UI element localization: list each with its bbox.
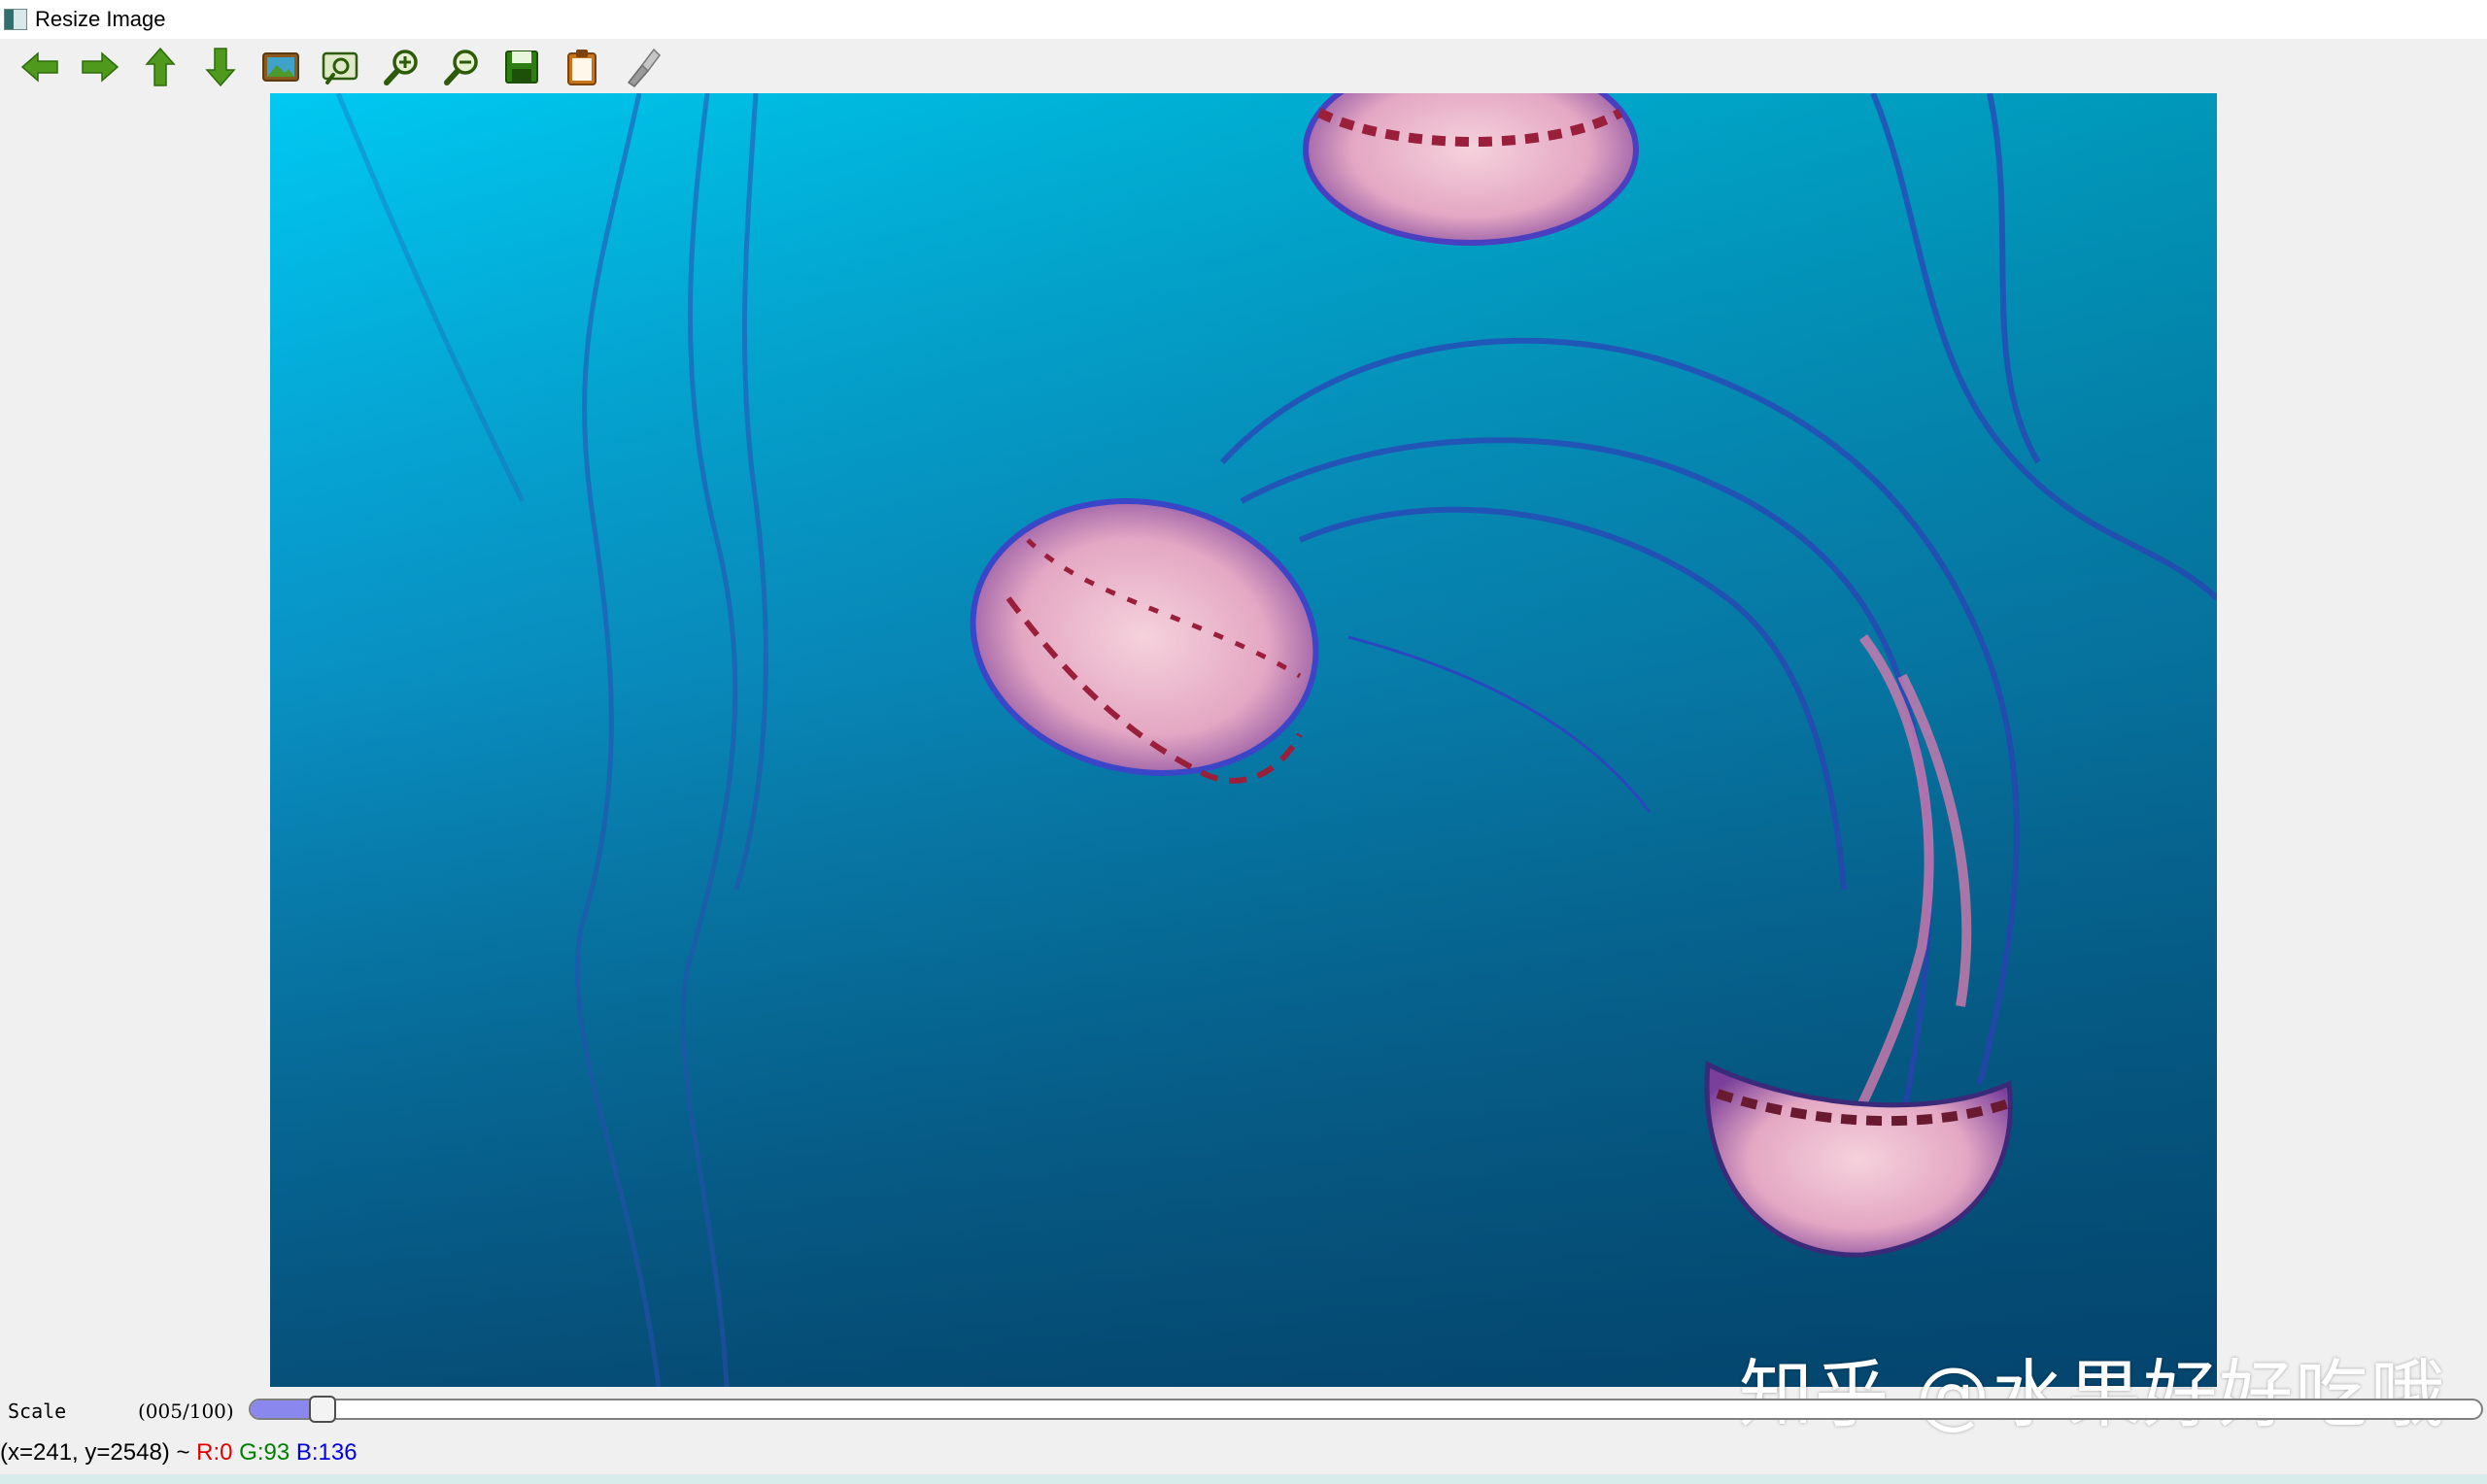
pan-up-button[interactable] [130, 43, 190, 91]
properties-icon [627, 48, 661, 87]
pixel-green-value: G:93 [239, 1439, 290, 1466]
image-icon [262, 52, 299, 82]
slider-fill [251, 1400, 313, 1418]
zoom-original-button[interactable] [251, 43, 311, 91]
image-content [270, 93, 2217, 1387]
zoom-in-icon [384, 50, 418, 85]
image-canvas[interactable] [270, 93, 2217, 1387]
app-icon [4, 9, 27, 30]
pan-left-button[interactable] [10, 43, 70, 91]
arrow-up-icon [145, 47, 176, 86]
zoom-out-button[interactable] [431, 43, 492, 91]
arrow-right-icon [82, 51, 119, 83]
save-button[interactable] [492, 43, 552, 91]
pixel-blue-value: B:136 [295, 1439, 358, 1466]
zoom-fit-icon [322, 51, 358, 84]
scale-slider[interactable] [249, 1399, 2483, 1420]
pan-right-button[interactable] [70, 43, 130, 91]
pan-down-button[interactable] [190, 43, 251, 91]
pixel-red-value: R:0 [196, 1439, 233, 1466]
cursor-coordinates: (x=241, y=2548) ~ [0, 1439, 197, 1466]
arrow-down-icon [205, 48, 236, 87]
zoom-in-button[interactable] [371, 43, 431, 91]
clipboard-icon [567, 50, 596, 85]
title-bar: Resize Image [0, 0, 2487, 39]
trackbar-value: (005/100) [138, 1400, 234, 1423]
scale-trackbar-row: Scale (005/100) [0, 1395, 2487, 1428]
arrow-left-icon [20, 51, 58, 83]
slider-thumb[interactable] [309, 1396, 336, 1423]
window-bottom-edge [0, 1474, 2487, 1484]
properties-button[interactable] [612, 43, 672, 91]
toolbar [0, 43, 2487, 91]
save-icon [505, 51, 538, 84]
copy-button[interactable] [552, 43, 612, 91]
zoom-out-icon [444, 50, 478, 85]
trackbar-label: Scale [8, 1400, 67, 1423]
zoom-fit-button[interactable] [311, 43, 371, 91]
status-bar: (x=241, y=2548) ~ R:0 G:93 B:136 [0, 1435, 2487, 1470]
window-title: Resize Image [35, 7, 166, 31]
